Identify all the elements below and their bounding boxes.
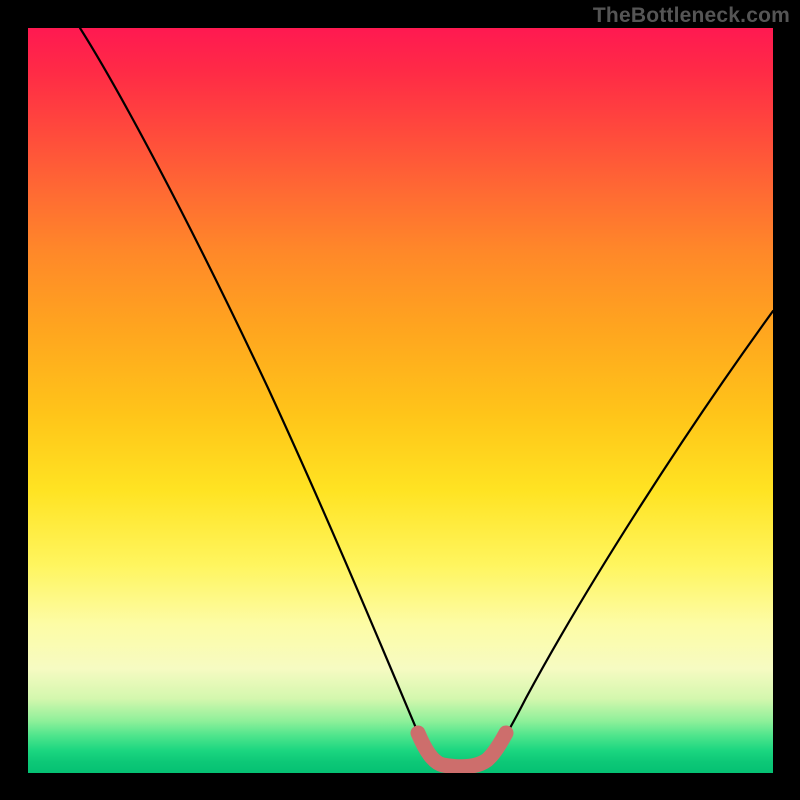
plot-area [28,28,773,773]
watermark-text: TheBottleneck.com [593,4,790,28]
curve-layer [28,28,773,773]
optimal-band-path [418,733,506,767]
bottleneck-curve-path [80,28,773,767]
chart-frame: TheBottleneck.com [0,0,800,800]
